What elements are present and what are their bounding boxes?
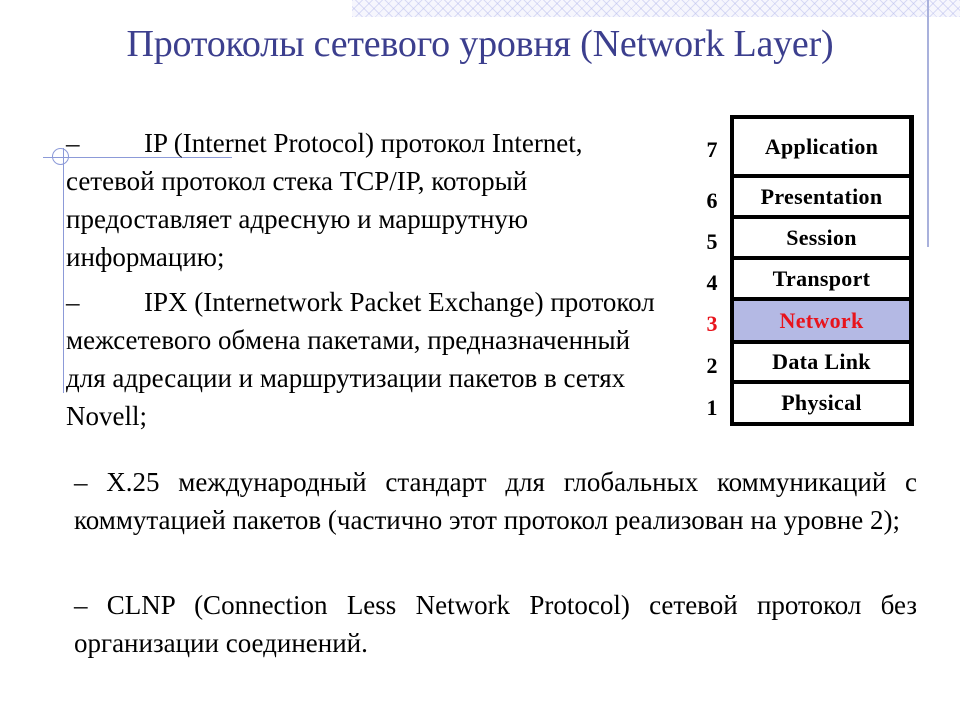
osi-layer-physical: Physical [734, 384, 909, 422]
bullet-dash: – [66, 287, 80, 317]
osi-layer-number: 2 [706, 353, 718, 378]
osi-layer-name: Application [764, 133, 879, 159]
osi-layer-name: Network [779, 307, 864, 333]
decorative-vertical-line-left [63, 148, 64, 393]
bullet-dash: – [74, 467, 88, 497]
paragraph-text: CLNP (Connection Less Network Protocol) … [74, 590, 917, 658]
osi-layer-number: 3 [706, 311, 718, 336]
osi-layer-number: 6 [706, 188, 718, 213]
paragraph-text: IPX (Internetwork Packet Exchange) прото… [66, 287, 655, 431]
osi-layer-number: 4 [706, 270, 718, 295]
osi-layer-number: 1 [706, 395, 718, 420]
paragraph-text: IP (Internet Protocol) протокол Internet… [66, 128, 583, 272]
osi-layer-application: Application [734, 119, 909, 178]
paragraph-ipx: – IPX (Internetwork Packet Exchange) прот… [66, 283, 666, 435]
paragraph-x25: – X.25 международный стандарт для глобал… [74, 463, 917, 539]
osi-layer-name: Presentation [760, 183, 883, 209]
osi-model-stack: Application Presentation Session Transport N… [730, 115, 914, 426]
osi-layer-name: Session [786, 224, 857, 250]
osi-layer-transport: Transport [734, 260, 909, 301]
osi-layer-number: 5 [706, 229, 718, 254]
paragraph-text: X.25 международный стандарт для глобальн… [74, 467, 918, 535]
osi-layer-number: 7 [706, 137, 718, 162]
decorative-pattern-band [352, 0, 960, 17]
osi-layer-name: Transport [772, 265, 871, 291]
osi-layer-network: Network [734, 301, 909, 344]
paragraph-ip: – IP (Internet Protocol) протокол Interne… [66, 124, 666, 276]
bullet-dash: – [66, 128, 80, 158]
osi-layer-presentation: Presentation [734, 178, 909, 219]
slide-title: Протоколы сетевого уровня (Network Layer… [126, 23, 834, 65]
osi-layer-data-link: Data Link [734, 344, 909, 384]
osi-layer-name: Data Link [772, 349, 871, 374]
osi-layer-session: Session [734, 219, 909, 260]
paragraph-clnp: – CLNP (Connection Less Network Protocol… [74, 586, 917, 662]
bullet-dash: – [74, 590, 88, 620]
osi-layer-name: Physical [781, 390, 862, 415]
